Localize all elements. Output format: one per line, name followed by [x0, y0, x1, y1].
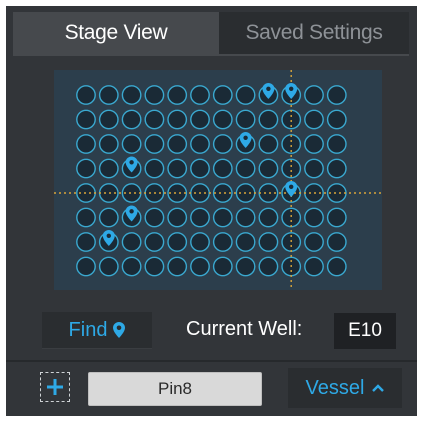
- tab-stage-view[interactable]: Stage View: [13, 12, 219, 54]
- map-pin-icon: [113, 322, 126, 338]
- well[interactable]: [144, 134, 165, 154]
- well[interactable]: [98, 134, 119, 154]
- well[interactable]: [281, 158, 302, 179]
- well[interactable]: [190, 134, 210, 154]
- well[interactable]: [304, 109, 324, 130]
- well[interactable]: [235, 158, 256, 179]
- well[interactable]: [167, 134, 188, 154]
- well[interactable]: [144, 232, 165, 252]
- well[interactable]: [121, 256, 142, 277]
- well[interactable]: [326, 207, 347, 228]
- well[interactable]: [212, 232, 233, 252]
- well[interactable]: [326, 85, 347, 105]
- well[interactable]: [76, 158, 96, 179]
- well[interactable]: [326, 232, 347, 252]
- well[interactable]: [144, 85, 165, 105]
- well[interactable]: [121, 134, 142, 154]
- well[interactable]: [212, 158, 233, 179]
- plus-icon: [47, 379, 63, 395]
- well[interactable]: [258, 232, 279, 252]
- well[interactable]: [258, 134, 279, 154]
- current-well-value: E10: [334, 313, 396, 349]
- well[interactable]: [167, 109, 188, 130]
- well[interactable]: [167, 207, 188, 228]
- well[interactable]: [190, 85, 210, 105]
- well[interactable]: [167, 158, 188, 179]
- well[interactable]: [167, 232, 188, 252]
- add-button[interactable]: [40, 372, 70, 402]
- well[interactable]: [167, 256, 188, 277]
- well[interactable]: [190, 207, 210, 228]
- well[interactable]: [144, 158, 165, 179]
- well[interactable]: [212, 109, 233, 130]
- well[interactable]: [121, 85, 142, 105]
- tab-label: Saved Settings: [245, 21, 383, 44]
- well[interactable]: [258, 207, 279, 228]
- well[interactable]: [98, 207, 119, 228]
- well[interactable]: [326, 158, 347, 179]
- well[interactable]: [144, 207, 165, 228]
- well[interactable]: [190, 109, 210, 130]
- well[interactable]: [326, 134, 347, 154]
- well[interactable]: [258, 256, 279, 277]
- well[interactable]: [98, 85, 119, 105]
- well[interactable]: [144, 256, 165, 277]
- well[interactable]: [98, 158, 119, 179]
- well[interactable]: [76, 85, 96, 105]
- well[interactable]: [190, 232, 210, 252]
- well[interactable]: [98, 109, 119, 130]
- well[interactable]: [76, 256, 96, 277]
- tab-divider: [13, 54, 409, 56]
- section-divider: [6, 360, 417, 362]
- well[interactable]: [76, 232, 96, 252]
- well[interactable]: [235, 232, 256, 252]
- tab-label: Stage View: [64, 21, 168, 44]
- well[interactable]: [190, 158, 210, 179]
- well-plate-canvas[interactable]: [54, 70, 382, 290]
- well[interactable]: [258, 109, 279, 130]
- well[interactable]: [212, 134, 233, 154]
- well[interactable]: [76, 134, 96, 154]
- vessel-button[interactable]: Vessel: [288, 368, 402, 408]
- well[interactable]: [212, 207, 233, 228]
- well[interactable]: [98, 256, 119, 277]
- well[interactable]: [144, 109, 165, 130]
- find-button[interactable]: Find: [42, 312, 152, 349]
- well[interactable]: [235, 256, 256, 277]
- well[interactable]: [76, 109, 96, 130]
- well[interactable]: [76, 207, 96, 228]
- well[interactable]: [304, 232, 324, 252]
- well[interactable]: [121, 232, 142, 252]
- well[interactable]: [326, 109, 347, 130]
- well[interactable]: [212, 85, 233, 105]
- well[interactable]: [121, 109, 142, 130]
- well-plate-map[interactable]: [54, 70, 382, 290]
- well[interactable]: [235, 207, 256, 228]
- well[interactable]: [304, 207, 324, 228]
- find-label: Find: [68, 318, 108, 341]
- well[interactable]: [304, 85, 324, 105]
- vessel-label: Vessel: [305, 376, 365, 399]
- current-well-label: Current Well:: [186, 318, 303, 340]
- well[interactable]: [235, 85, 256, 105]
- position-name-input[interactable]: [88, 372, 262, 406]
- well[interactable]: [235, 109, 256, 130]
- well[interactable]: [304, 158, 324, 179]
- well[interactable]: [212, 256, 233, 277]
- well[interactable]: [258, 158, 279, 179]
- well[interactable]: [326, 256, 347, 277]
- chevron-up-icon: [372, 384, 385, 392]
- tab-saved-settings[interactable]: Saved Settings: [219, 12, 409, 54]
- well[interactable]: [190, 256, 210, 277]
- well[interactable]: [304, 134, 324, 154]
- well[interactable]: [304, 256, 324, 277]
- well[interactable]: [167, 85, 188, 105]
